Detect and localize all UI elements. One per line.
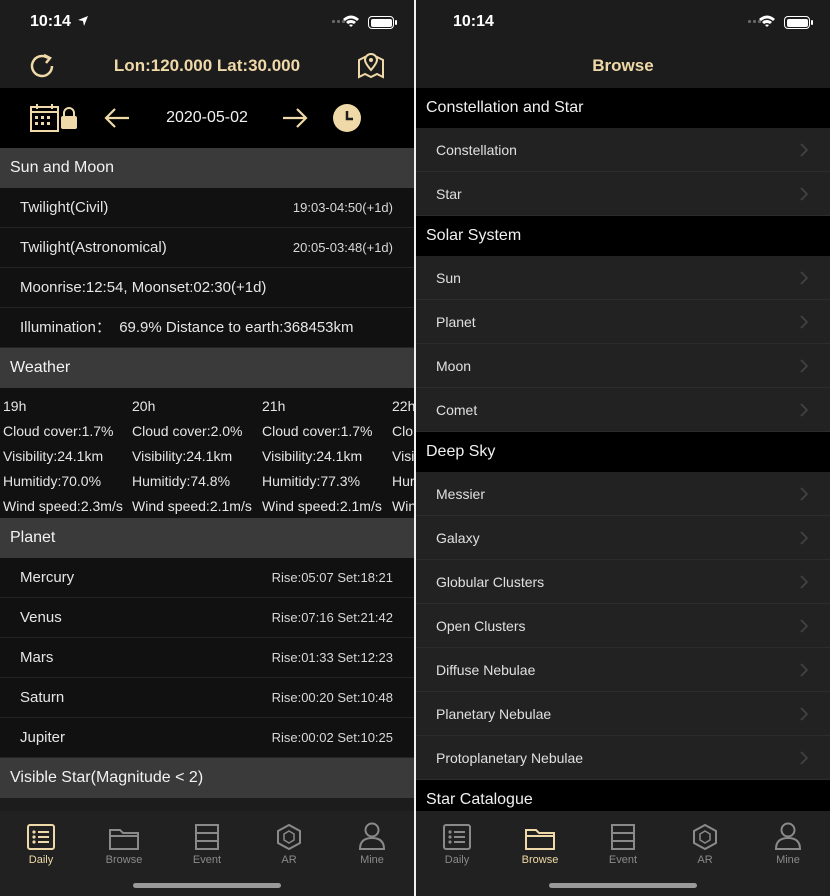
wifi-icon — [759, 15, 775, 27]
browse-item-messier[interactable]: Messier — [416, 472, 830, 516]
person-icon — [359, 822, 385, 850]
chevron-right-icon — [800, 487, 808, 501]
server-icon — [195, 824, 219, 850]
chevron-right-icon — [800, 531, 808, 545]
list-icon — [443, 824, 471, 850]
browse-item-planet[interactable]: Planet — [416, 300, 830, 344]
tab-bar: Daily Browse Event AR Mine — [416, 811, 830, 896]
coordinates[interactable]: Lon:120.000 Lat:30.000 — [0, 56, 414, 76]
tab-browse[interactable]: Browse — [499, 818, 581, 866]
browse-group-header: Constellation and Star — [416, 88, 830, 128]
chevron-right-icon — [800, 359, 808, 373]
chevron-right-icon — [800, 663, 808, 677]
planet-row-venus[interactable]: Venus Rise:07:16 Set:21:42 — [0, 598, 414, 638]
chevron-right-icon — [800, 187, 808, 201]
chevron-right-icon — [800, 575, 808, 589]
wifi-icon — [343, 15, 359, 27]
browse-screen: 10:14 Browse Constellation and Star Const… — [416, 0, 830, 896]
browse-list: Constellation and Star Constellation Star S… — [416, 88, 830, 820]
weather-column: 21h Cloud cover:1.7% Visibility:24.1km H… — [262, 398, 382, 514]
weather-column: 19h Cloud cover:1.7% Visibility:24.1km H… — [3, 398, 123, 514]
folder-icon — [109, 829, 139, 850]
browse-item-comet[interactable]: Comet — [416, 388, 830, 432]
planet-row-jupiter[interactable]: Jupiter Rise:00:02 Set:10:25 — [0, 718, 414, 758]
battery-icon — [368, 16, 397, 29]
tab-browse[interactable]: Browse — [83, 818, 165, 866]
hexagon-icon — [693, 824, 717, 850]
tab-ar[interactable]: AR — [248, 818, 330, 866]
current-date[interactable]: 2020-05-02 — [152, 109, 262, 127]
chevron-right-icon — [800, 403, 808, 417]
browse-item-protoplanetary-nebulae[interactable]: Protoplanetary Nebulae — [416, 736, 830, 780]
browse-group-header: Deep Sky — [416, 432, 830, 472]
illumination-row: Illumination： 69.9% Distance to earth:36… — [0, 308, 414, 348]
tab-mine[interactable]: Mine — [331, 818, 413, 866]
tab-bar: Daily Browse Event AR Mine — [0, 811, 414, 896]
browse-item-star[interactable]: Star — [416, 172, 830, 216]
planet-row-mars[interactable]: Mars Rise:01:33 Set:12:23 — [0, 638, 414, 678]
tab-event[interactable]: Event — [166, 818, 248, 866]
twilight-astronomical-row: Twilight(Astronomical) 20:05-03:48(+1d) — [0, 228, 414, 268]
previous-day-icon[interactable] — [103, 106, 131, 130]
calendar-lock-icon[interactable] — [30, 104, 82, 132]
planet-row-mercury[interactable]: Mercury Rise:05:07 Set:18:21 — [0, 558, 414, 598]
date-bar: 2020-05-02 — [0, 88, 414, 148]
planet-header: Planet — [0, 518, 414, 558]
chevron-right-icon — [800, 619, 808, 633]
visible-star-header: Visible Star(Magnitude < 2) — [0, 758, 414, 798]
chevron-right-icon — [800, 751, 808, 765]
browse-item-galaxy[interactable]: Galaxy — [416, 516, 830, 560]
browse-item-planetary-nebulae[interactable]: Planetary Nebulae — [416, 692, 830, 736]
weather-header: Weather — [0, 348, 414, 388]
tab-daily[interactable]: Daily — [0, 818, 82, 866]
tab-daily[interactable]: Daily — [416, 818, 498, 866]
chevron-right-icon — [800, 315, 808, 329]
twilight-civil-row: Twilight(Civil) 19:03-04:50(+1d) — [0, 188, 414, 228]
browse-item-constellation[interactable]: Constellation — [416, 128, 830, 172]
hexagon-icon — [277, 824, 301, 850]
daily-screen: 10:14 Lon:120.000 Lat:30.000 2020-05-02 … — [0, 0, 414, 896]
tab-mine[interactable]: Mine — [747, 818, 829, 866]
status-time: 10:14 — [453, 13, 494, 30]
tab-event[interactable]: Event — [582, 818, 664, 866]
home-indicator — [549, 883, 697, 888]
browse-item-sun[interactable]: Sun — [416, 256, 830, 300]
chevron-right-icon — [800, 707, 808, 721]
browse-item-moon[interactable]: Moon — [416, 344, 830, 388]
server-icon — [611, 824, 635, 850]
status-bar: 10:14 — [0, 0, 414, 44]
weather-column: 22h Clo Visi Hur Win — [392, 398, 414, 514]
person-icon — [775, 822, 801, 850]
browse-group-header: Solar System — [416, 216, 830, 256]
location-arrow-icon — [78, 16, 88, 26]
moonrise-row: Moonrise:12:54, Moonset:02:30(+1d) — [0, 268, 414, 308]
browse-item-globular-clusters[interactable]: Globular Clusters — [416, 560, 830, 604]
status-bar: 10:14 — [416, 0, 830, 44]
chevron-right-icon — [800, 271, 808, 285]
folder-icon — [525, 829, 555, 850]
chevron-right-icon — [800, 143, 808, 157]
tab-ar[interactable]: AR — [664, 818, 746, 866]
weather-column: 20h Cloud cover:2.0% Visibility:24.1km H… — [132, 398, 252, 514]
browse-item-diffuse-nebulae[interactable]: Diffuse Nebulae — [416, 648, 830, 692]
location-header: Lon:120.000 Lat:30.000 — [0, 44, 414, 88]
battery-icon — [784, 16, 813, 29]
clock-icon[interactable] — [333, 104, 361, 132]
list-icon — [27, 824, 55, 850]
home-indicator — [133, 883, 281, 888]
map-pin-icon[interactable] — [356, 50, 386, 80]
next-day-icon[interactable] — [281, 106, 309, 130]
status-time: 10:14 — [30, 13, 71, 30]
sun-moon-header: Sun and Moon — [0, 148, 414, 188]
weather-forecast[interactable]: 19h Cloud cover:1.7% Visibility:24.1km H… — [0, 388, 414, 518]
page-title: Browse — [592, 56, 654, 75]
browse-item-open-clusters[interactable]: Open Clusters — [416, 604, 830, 648]
planet-row-saturn[interactable]: Saturn Rise:00:20 Set:10:48 — [0, 678, 414, 718]
